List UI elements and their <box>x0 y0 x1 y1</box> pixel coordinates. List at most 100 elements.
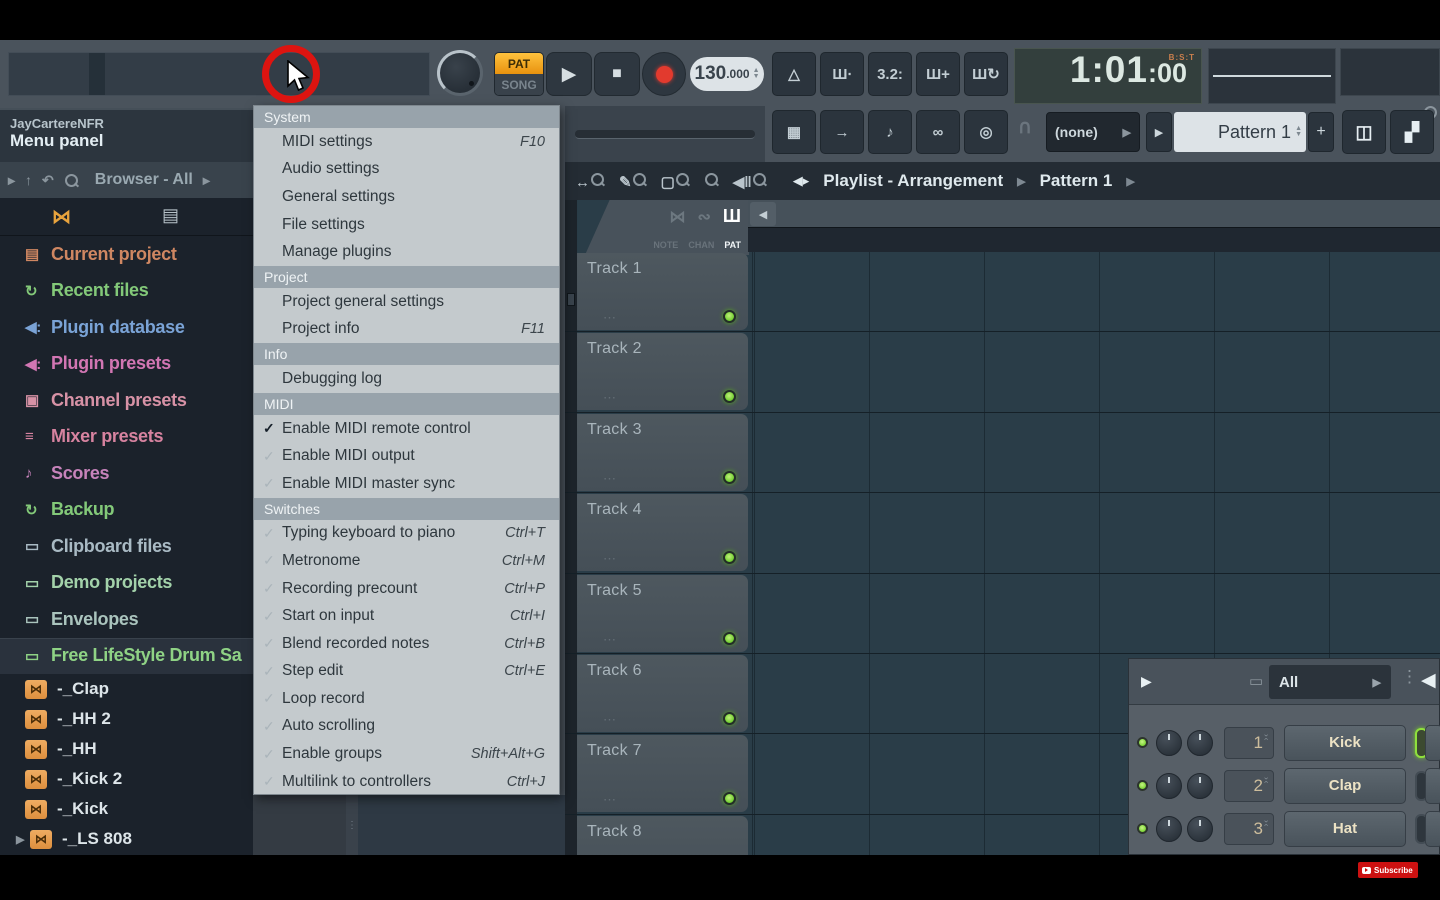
menu-item[interactable] <box>121 53 137 95</box>
track-header[interactable]: Track 5 <box>577 575 748 652</box>
browser-item[interactable]: ♪ Scores <box>0 455 253 492</box>
typing-keyboard-icon[interactable]: ▦ <box>772 110 816 154</box>
playlist-crumb[interactable]: Pattern 1 <box>1040 171 1113 191</box>
menu-item[interactable] <box>41 53 57 95</box>
panel-divider[interactable]: ⋮ <box>346 795 358 855</box>
pan-knob[interactable] <box>1156 773 1182 799</box>
snippet-icon[interactable]: ▤ <box>162 205 179 226</box>
browser-item[interactable]: ▭ Clipboard files <box>0 528 253 565</box>
playlist-titlebar[interactable]: ↔✎▢◀‖ ◀▸ Playlist - Arrangement ▶ Patter… <box>565 162 1440 200</box>
channel-edge-button[interactable] <box>1425 811 1440 847</box>
speaker-icon[interactable]: ◀ <box>1421 669 1436 692</box>
channel-button[interactable]: Hat <box>1284 811 1406 847</box>
tab-chan-label[interactable]: CHAN <box>688 240 714 250</box>
up-icon[interactable]: ↑ <box>25 172 32 188</box>
sample-item[interactable]: ▶ -_HH <box>0 734 253 764</box>
options-menu-toggle-item[interactable]: Enable MIDI master sync <box>254 470 559 498</box>
track-options-icon[interactable] <box>603 390 616 406</box>
options-menu-toggle-item[interactable]: Enable MIDI output <box>254 442 559 470</box>
track-header[interactable]: Track 3 <box>577 414 748 491</box>
options-menu-item[interactable]: Project general settings <box>254 288 559 316</box>
draw-tool-icon[interactable]: ✎ <box>619 172 647 191</box>
channel-target-selector[interactable]: 1 <box>1224 727 1274 759</box>
link-controllers-icon[interactable]: ∞ <box>916 110 960 154</box>
tempo-spinner[interactable]: ▲▼ <box>753 68 760 80</box>
pattern-menu-button[interactable]: ▶ <box>1146 112 1172 152</box>
track-options-icon[interactable] <box>603 471 616 487</box>
slide-note-icon[interactable]: ♪ <box>868 110 912 154</box>
browser-item[interactable]: ▭ Free LifeStyle Drum Sa <box>0 638 253 675</box>
volume-knob[interactable] <box>1187 730 1213 756</box>
sample-item[interactable]: ▶ -_Kick <box>0 794 253 824</box>
channel-rack-header[interactable]: ▶ ▭ All ▶ ⋮ ◀ <box>1129 659 1439 705</box>
browser-item[interactable]: ▣ Channel presets <box>0 382 253 419</box>
browser-item[interactable]: ▤ Current project <box>0 236 253 273</box>
channel-target-selector[interactable]: 2 <box>1224 770 1274 802</box>
speaker-icon[interactable]: ◀▸ <box>793 173 810 189</box>
menu-item[interactable] <box>57 53 73 95</box>
track-enable-led[interactable] <box>723 390 736 403</box>
options-menu-toggle-item[interactable]: Loop record <box>254 685 559 713</box>
automation-tab-icon[interactable]: ∾ <box>698 207 711 227</box>
countdown-icon[interactable]: Ш+ <box>916 52 960 96</box>
pan-knob[interactable] <box>1156 730 1182 756</box>
add-pattern-button[interactable]: + <box>1308 112 1334 152</box>
back-icon[interactable]: ↶ <box>42 172 54 189</box>
track-header[interactable]: Track 1 <box>577 253 748 330</box>
browser-item[interactable]: ≡ Mixer presets <box>0 419 253 456</box>
options-menu-item[interactable]: MIDI settings F10 <box>254 128 559 156</box>
pat-song-toggle[interactable]: PAT SONG <box>494 52 544 96</box>
select-tool-icon[interactable]: ▢ <box>661 172 690 191</box>
browser-item[interactable]: ▭ Demo projects <box>0 565 253 602</box>
track-enable-led[interactable] <box>723 471 736 484</box>
detach-icon[interactable]: ↔ <box>575 172 605 191</box>
time-display[interactable]: B:S:T 1:01 :00 <box>1014 48 1202 104</box>
pattern-selector[interactable]: Pattern 1 ▲▼ <box>1174 112 1306 152</box>
options-menu-item[interactable]: Debugging log <box>254 365 559 393</box>
shuffle-slider[interactable] <box>575 130 755 139</box>
step-sequencer-button[interactable]: ▞ <box>1390 110 1434 154</box>
tempo-display[interactable]: 130.000 ▲▼ <box>690 57 764 91</box>
track-enable-led[interactable] <box>723 551 736 564</box>
options-menu-toggle-item[interactable]: Step edit Ctrl+E <box>254 658 559 686</box>
menu-item[interactable] <box>9 53 25 95</box>
playlist-hscrollbar[interactable]: ◀ <box>748 200 1440 228</box>
time-signature-icon[interactable]: 3.2: <box>868 52 912 96</box>
options-menu-item[interactable]: File settings <box>254 211 559 239</box>
kebab-menu-icon[interactable]: ⋮ <box>1401 667 1420 687</box>
track-options-icon[interactable] <box>603 551 616 567</box>
channel-button[interactable]: Clap <box>1284 768 1406 804</box>
options-menu-item[interactable]: General settings <box>254 183 559 211</box>
channel-enable-led[interactable] <box>1137 823 1148 834</box>
play-button[interactable]: ▶ <box>546 52 592 96</box>
sample-item[interactable]: ▶ -_Kick 2 <box>0 764 253 794</box>
play-icon[interactable]: ▶ <box>1141 673 1152 690</box>
pat-mode-button[interactable]: PAT <box>495 53 543 74</box>
pattern-spinner[interactable]: ▲▼ <box>1295 126 1302 138</box>
track-options-icon[interactable] <box>603 712 616 728</box>
sample-item[interactable]: ▶ -_HH 2 <box>0 704 253 734</box>
playlist-mode-tab[interactable]: ⋈ ∾ Ш NOTE CHAN PAT <box>585 200 749 255</box>
search-icon[interactable] <box>64 173 79 188</box>
volume-knob[interactable] <box>1187 816 1213 842</box>
track-enable-led[interactable] <box>723 310 736 323</box>
scroll-left-button[interactable]: ◀ <box>750 202 776 226</box>
record-button[interactable] <box>642 52 686 96</box>
browser-item[interactable]: ↻ Backup <box>0 492 253 529</box>
track-enable-led[interactable] <box>723 712 736 725</box>
stop-button[interactable]: ■ <box>594 52 640 96</box>
channel-target-selector[interactable]: 3 <box>1224 813 1274 845</box>
options-menu-item[interactable]: Audio settings <box>254 156 559 184</box>
options-menu-toggle-item[interactable]: Enable groups Shift+Alt+G <box>254 740 559 768</box>
smart-find-icon[interactable]: ⋈ <box>52 206 71 229</box>
options-menu-toggle-item[interactable]: Auto scrolling <box>254 713 559 741</box>
options-menu-toggle-item[interactable]: Multilink to controllers Ctrl+J <box>254 768 559 796</box>
channel-button[interactable]: Kick <box>1284 725 1406 761</box>
touch-controller-icon[interactable]: ◎ <box>964 110 1008 154</box>
snap-selector[interactable]: (none)▶ <box>1046 112 1140 152</box>
pattern-picker-button[interactable]: ◫ <box>1342 110 1386 154</box>
track-enable-led[interactable] <box>723 792 736 805</box>
volume-knob[interactable] <box>1187 773 1213 799</box>
options-menu-toggle-item[interactable]: Start on input Ctrl+I <box>254 602 559 630</box>
preview-tool-icon[interactable]: ◀‖ <box>733 172 767 191</box>
